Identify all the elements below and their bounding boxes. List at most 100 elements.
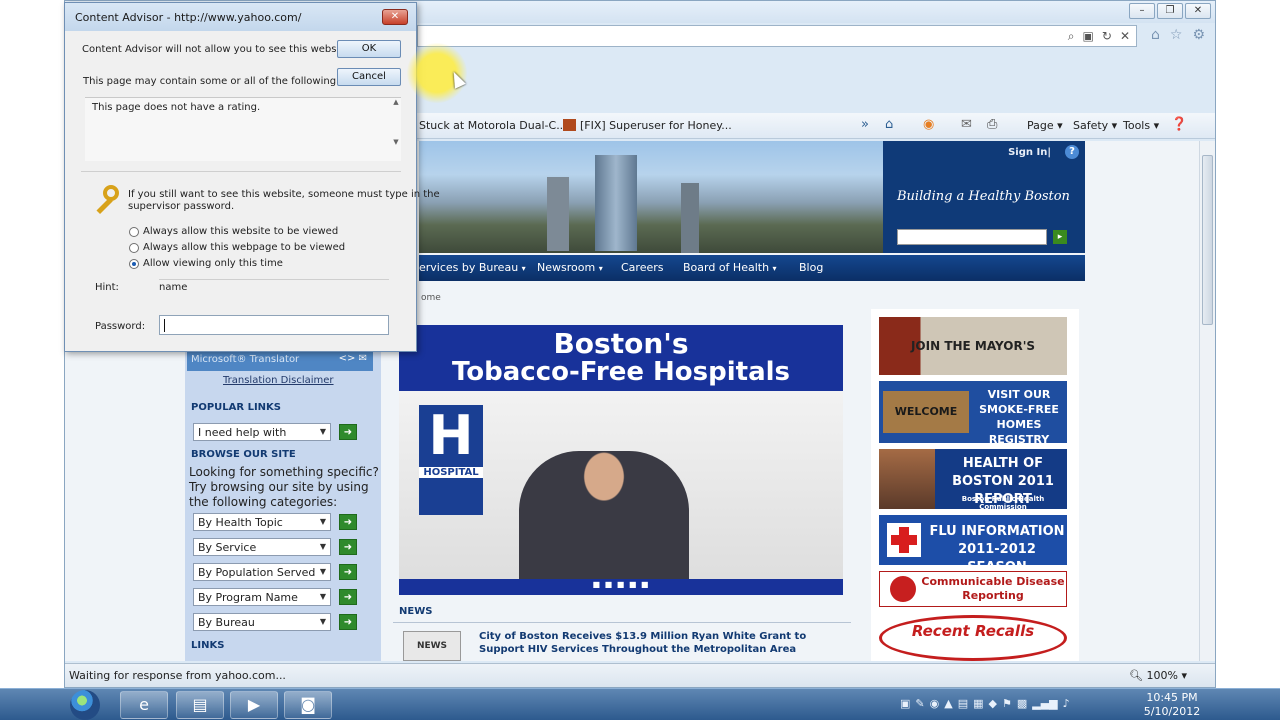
favorites-icon[interactable]: ☆ [1170, 27, 1183, 43]
translator-widget[interactable]: Microsoft® Translator <> ✉ [187, 351, 373, 371]
start-button[interactable] [70, 690, 100, 720]
favorite-link-motorola[interactable]: Stuck at Motorola Dual-C... [405, 119, 567, 132]
tray-icon[interactable]: ▤ [958, 697, 968, 710]
chevron-icon[interactable]: » [861, 117, 869, 132]
select-program[interactable]: By Program Name ▼ [193, 588, 331, 606]
tools-menu[interactable]: Tools ▾ [1123, 119, 1159, 132]
zoom-level[interactable]: 🔍︎ 100% ▾ [1129, 669, 1187, 682]
translator-controls-icon[interactable]: <> ✉ [339, 353, 367, 364]
camera-taskbar-icon[interactable]: ◙ [284, 691, 332, 719]
nav-board-of-health[interactable]: Board of Health ▾ [683, 261, 777, 274]
recent-recalls-ad[interactable]: Recent Recalls [879, 615, 1067, 661]
go-button-service[interactable]: ➜ [339, 539, 357, 555]
go-button-program[interactable]: ➜ [339, 589, 357, 605]
speaker-figure [519, 451, 689, 579]
network-icon[interactable]: ▂▄▆ [1032, 697, 1057, 710]
stop-icon[interactable]: ✕ [1120, 29, 1130, 44]
communicable-disease-ad[interactable]: Communicable Disease Reporting [879, 571, 1067, 607]
tray-icon[interactable]: ▣ [900, 697, 910, 710]
tray-icon[interactable]: ✎ [915, 697, 924, 710]
help-icon[interactable]: ❓ [1171, 117, 1187, 132]
content-advisor-dialog: Content Advisor - http://www.yahoo.com/ … [64, 2, 467, 352]
address-bar[interactable]: ⌕ ▣ ↻ ✕ [417, 25, 1137, 47]
select-health-topic[interactable]: By Health Topic ▼ [193, 513, 331, 531]
scrollbar-thumb[interactable] [1202, 155, 1213, 325]
vertical-scrollbar[interactable] [1199, 141, 1215, 661]
smoke-free-homes-ad[interactable]: WELCOME VISIT OUR SMOKE-FREE HOMES REGIS… [879, 381, 1067, 446]
news-item-link[interactable]: City of Boston Receives $13.9 Million Ry… [479, 630, 839, 656]
site-nav: ervices by Bureau ▾ Newsroom ▾ Careers B… [419, 255, 1085, 281]
nav-careers[interactable]: Careers [621, 261, 664, 274]
supervisor-text-line2: supervisor password. [128, 201, 235, 212]
radio-allow-once[interactable]: Allow viewing only this time [129, 258, 283, 269]
tray-icon[interactable]: ⚑ [1002, 697, 1012, 710]
minimize-button[interactable]: – [1129, 3, 1155, 19]
ok-button[interactable]: OK [337, 40, 401, 58]
search-icon[interactable]: ⌕ [1068, 29, 1075, 44]
refresh-icon[interactable]: ↻ [1102, 29, 1112, 44]
tray-icon[interactable]: ◆ [989, 697, 997, 710]
flu-information-ad[interactable]: FLU INFORMATION 2011-2012 SEASON [879, 515, 1067, 575]
tray-icon[interactable]: ▲ [944, 697, 952, 710]
dropdown-arrow-icon: ▼ [319, 427, 326, 436]
nav-blog[interactable]: Blog [799, 261, 823, 274]
red-cross-icon [887, 523, 921, 557]
reasons-list[interactable]: This page does not have a rating. ▲ ▼ [85, 97, 401, 161]
gear-icon[interactable]: ⚙ [1192, 27, 1205, 43]
home-icon[interactable]: ⌂ [885, 117, 893, 132]
volume-icon[interactable]: ♪ [1063, 697, 1070, 710]
go-button-population[interactable]: ➜ [339, 564, 357, 580]
password-field[interactable] [159, 315, 389, 335]
safety-menu[interactable]: Safety ▾ [1073, 119, 1117, 132]
skyline-building [547, 177, 569, 251]
radio-button[interactable] [129, 226, 139, 237]
select-service[interactable]: By Service ▼ [193, 538, 331, 556]
cancel-button[interactable]: Cancel [337, 68, 401, 86]
nav-newsroom[interactable]: Newsroom ▾ [537, 261, 603, 274]
password-label: Password: [95, 321, 146, 332]
popular-links-select[interactable]: I need help with ▼ [193, 423, 331, 441]
sign-in-link[interactable]: Sign In| [1008, 147, 1051, 158]
radio-always-website[interactable]: Always allow this website to be viewed [129, 226, 338, 237]
dialog-titlebar[interactable]: Content Advisor - http://www.yahoo.com/ … [65, 3, 416, 31]
hero-banner[interactable]: Boston's Tobacco-Free Hospitals H HOSPIT… [399, 325, 843, 595]
tray-icon[interactable]: ▦ [973, 697, 983, 710]
home-icon[interactable]: ⌂ [1151, 27, 1160, 43]
go-button-health-topic[interactable]: ➜ [339, 514, 357, 530]
page-menu[interactable]: Page ▾ [1027, 119, 1063, 132]
breadcrumb[interactable]: ome [421, 293, 441, 303]
dropdown-arrow-icon: ▼ [319, 567, 326, 576]
translation-disclaimer-link[interactable]: Translation Disclaimer [223, 375, 334, 386]
compat-icon[interactable]: ▣ [1083, 29, 1094, 44]
dialog-close-button[interactable]: ✕ [382, 9, 408, 25]
taskbar-clock[interactable]: 10:45 PM 5/10/2012 [1136, 691, 1208, 719]
nav-services-by-bureau[interactable]: ervices by Bureau ▾ [419, 261, 526, 274]
radio-button[interactable] [129, 242, 139, 253]
site-search-go-button[interactable]: ▸ [1053, 230, 1067, 244]
health-of-boston-ad[interactable]: HEALTH OF BOSTON 2011 REPORT Boston Publ… [879, 449, 1067, 511]
folder-taskbar-icon[interactable]: ▤ [176, 691, 224, 719]
favorite-link-superuser[interactable]: [FIX] Superuser for Honey... [563, 119, 732, 132]
radio-button-selected[interactable] [129, 258, 139, 269]
news-divider [393, 622, 851, 623]
close-button[interactable]: ✕ [1185, 3, 1211, 19]
rss-icon[interactable]: ◉ [923, 117, 934, 132]
popular-links-go-button[interactable]: ➜ [339, 424, 357, 440]
help-icon[interactable]: ? [1065, 145, 1079, 159]
tray-icon[interactable]: ▩ [1017, 697, 1027, 710]
media-player-taskbar-icon[interactable]: ▶ [230, 691, 278, 719]
internet-explorer-taskbar-icon[interactable]: e [120, 691, 168, 719]
select-bureau[interactable]: By Bureau ▼ [193, 613, 331, 631]
maximize-button[interactable]: ❐ [1157, 3, 1183, 19]
print-icon[interactable]: ⎙ [987, 117, 997, 132]
radio-always-webpage[interactable]: Always allow this webpage to be viewed [129, 242, 345, 253]
tray-icon[interactable]: ◉ [930, 697, 940, 710]
select-population[interactable]: By Population Served ▼ [193, 563, 331, 581]
site-search-input[interactable] [897, 229, 1047, 245]
reasons-scrollbar[interactable]: ▲ ▼ [391, 98, 401, 161]
carousel-dots[interactable]: ■ ■ ■ ■ ■ [399, 580, 843, 589]
go-button-bureau[interactable]: ➜ [339, 614, 357, 630]
dropdown-arrow-icon: ▼ [319, 617, 326, 626]
boston-moves-ad[interactable]: JOIN THE MAYOR'S CHALLENGE [879, 317, 1067, 411]
mail-icon[interactable]: ✉ [961, 117, 972, 132]
